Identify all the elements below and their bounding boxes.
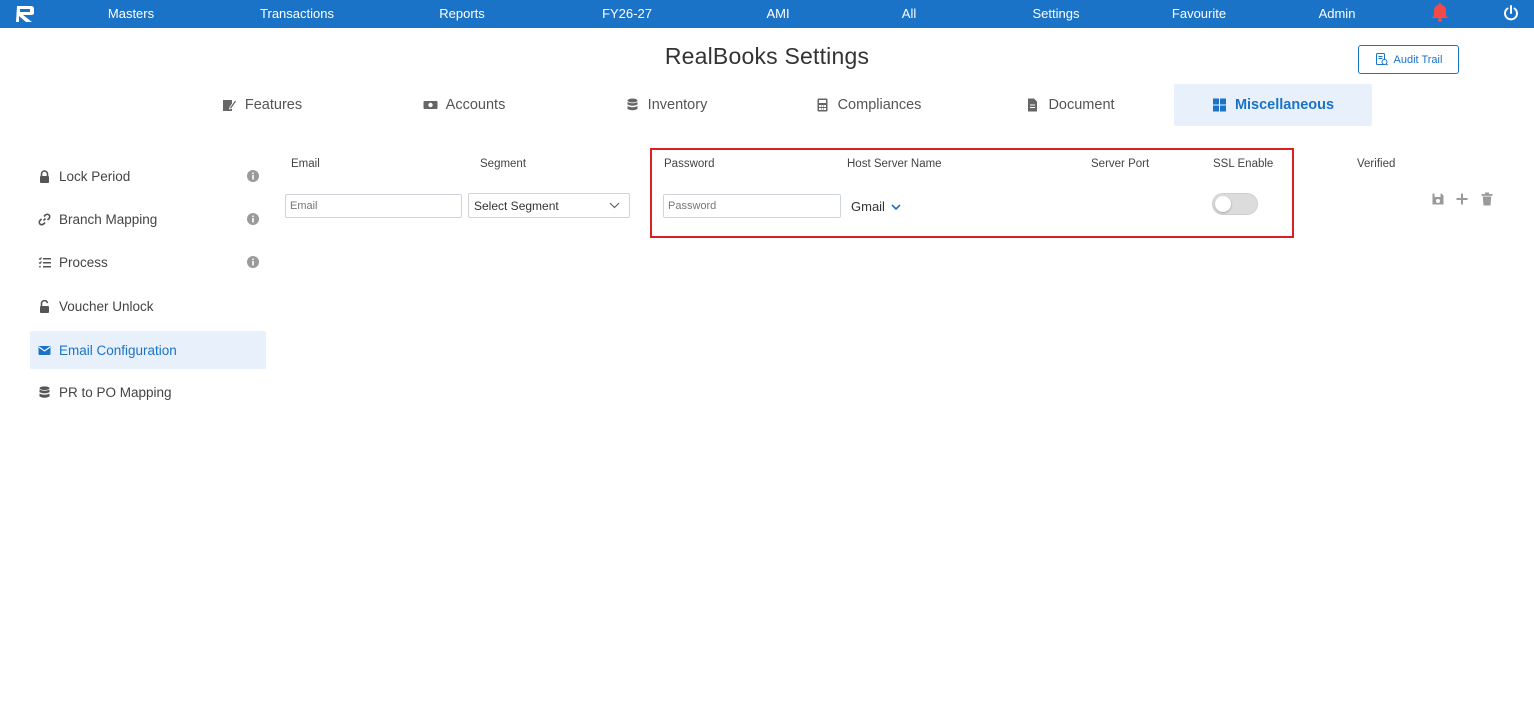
column-header-ssl-enable: SSL Enable: [1213, 158, 1274, 170]
sidebar-item-label: Lock Period: [59, 168, 131, 184]
chevron-down-icon: [609, 202, 620, 209]
column-header-email: Email: [291, 158, 320, 170]
tab-features-label: Features: [244, 97, 303, 113]
audit-trail-button[interactable]: Audit Trail: [1358, 45, 1459, 74]
sidebar-item-label: PR to PO Mapping: [59, 384, 172, 400]
nav-admin[interactable]: Admin: [1319, 6, 1356, 22]
power-logout-icon[interactable]: [1503, 5, 1519, 21]
column-header-password: Password: [664, 158, 715, 170]
tab-features[interactable]: Features: [200, 84, 324, 126]
tab-miscellaneous[interactable]: Miscellaneous: [1174, 84, 1372, 126]
info-icon[interactable]: [247, 213, 259, 225]
tab-document[interactable]: Document: [1005, 84, 1135, 126]
segment-select[interactable]: Select Segment: [468, 193, 630, 218]
nav-masters[interactable]: Masters: [108, 6, 154, 22]
nav-favourite[interactable]: Favourite: [1172, 6, 1226, 22]
sidebar-item-voucher-unlock[interactable]: Voucher Unlock: [30, 287, 266, 325]
ssl-enable-toggle[interactable]: [1212, 193, 1258, 215]
top-navigation-bar: Masters Transactions Reports FY26-27 AMI…: [0, 0, 1534, 28]
app-logo-icon[interactable]: [15, 5, 35, 23]
unlock-icon: [38, 299, 51, 313]
toggle-knob: [1215, 196, 1231, 212]
sidebar-item-email-configuration[interactable]: Email Configuration: [30, 331, 266, 369]
email-input[interactable]: [285, 194, 462, 218]
sidebar-item-label: Branch Mapping: [59, 211, 158, 227]
list-icon: [38, 256, 51, 269]
link-icon: [38, 213, 51, 226]
tab-compliances[interactable]: Compliances: [795, 84, 941, 126]
tab-document-label: Document: [1048, 97, 1115, 113]
tab-inventory-label: Inventory: [647, 97, 708, 113]
tab-compliances-label: Compliances: [837, 97, 922, 113]
sidebar-item-pr-to-po-mapping[interactable]: PR to PO Mapping: [30, 373, 266, 411]
nav-reports[interactable]: Reports: [439, 6, 485, 22]
chevron-down-icon: [891, 203, 901, 210]
tab-miscellaneous-label: Miscellaneous: [1234, 97, 1335, 113]
nav-financial-year[interactable]: FY26-27: [602, 6, 652, 22]
calculator-icon: [817, 98, 828, 112]
segment-select-value: Select Segment: [474, 198, 559, 213]
host-server-value: Gmail: [851, 199, 885, 214]
tab-inventory[interactable]: Inventory: [600, 84, 732, 126]
highlight-box: [650, 148, 1294, 238]
sidebar-item-label: Process: [59, 254, 108, 270]
audit-document-icon: [1375, 53, 1388, 66]
host-server-dropdown[interactable]: Gmail: [851, 199, 901, 214]
nav-settings[interactable]: Settings: [1033, 6, 1080, 22]
file-icon: [1028, 98, 1038, 112]
column-header-verified: Verified: [1357, 158, 1396, 170]
nav-transactions[interactable]: Transactions: [260, 6, 334, 22]
column-header-host-server-name: Host Server Name: [847, 158, 942, 170]
envelope-icon: [38, 344, 51, 357]
database-icon: [627, 98, 638, 111]
tab-accounts-label: Accounts: [445, 97, 506, 113]
notification-bell-icon[interactable]: [1431, 2, 1449, 22]
save-icon[interactable]: [1431, 192, 1445, 206]
info-icon[interactable]: [247, 170, 259, 182]
sidebar-item-lock-period[interactable]: Lock Period: [30, 157, 266, 195]
sidebar-item-label: Voucher Unlock: [59, 298, 154, 314]
audit-trail-label: Audit Trail: [1393, 53, 1443, 66]
column-header-server-port: Server Port: [1091, 158, 1150, 170]
password-input[interactable]: [663, 194, 841, 218]
database-icon: [38, 385, 51, 399]
edit-icon: [222, 99, 237, 111]
nav-company[interactable]: AMI: [766, 6, 789, 22]
grid-icon: [1212, 98, 1226, 112]
sidebar-item-process[interactable]: Process: [30, 243, 266, 281]
sidebar-item-branch-mapping[interactable]: Branch Mapping: [30, 200, 266, 238]
money-icon: [423, 101, 438, 109]
add-icon[interactable]: [1455, 192, 1469, 206]
nav-branch[interactable]: All: [902, 6, 916, 22]
info-icon[interactable]: [247, 256, 259, 268]
sidebar-item-label: Email Configuration: [59, 342, 177, 358]
column-header-segment: Segment: [480, 158, 527, 170]
page-title: RealBooks Settings: [664, 43, 870, 69]
lock-icon: [38, 169, 51, 183]
tab-accounts[interactable]: Accounts: [400, 84, 528, 126]
trash-icon[interactable]: [1480, 192, 1494, 206]
